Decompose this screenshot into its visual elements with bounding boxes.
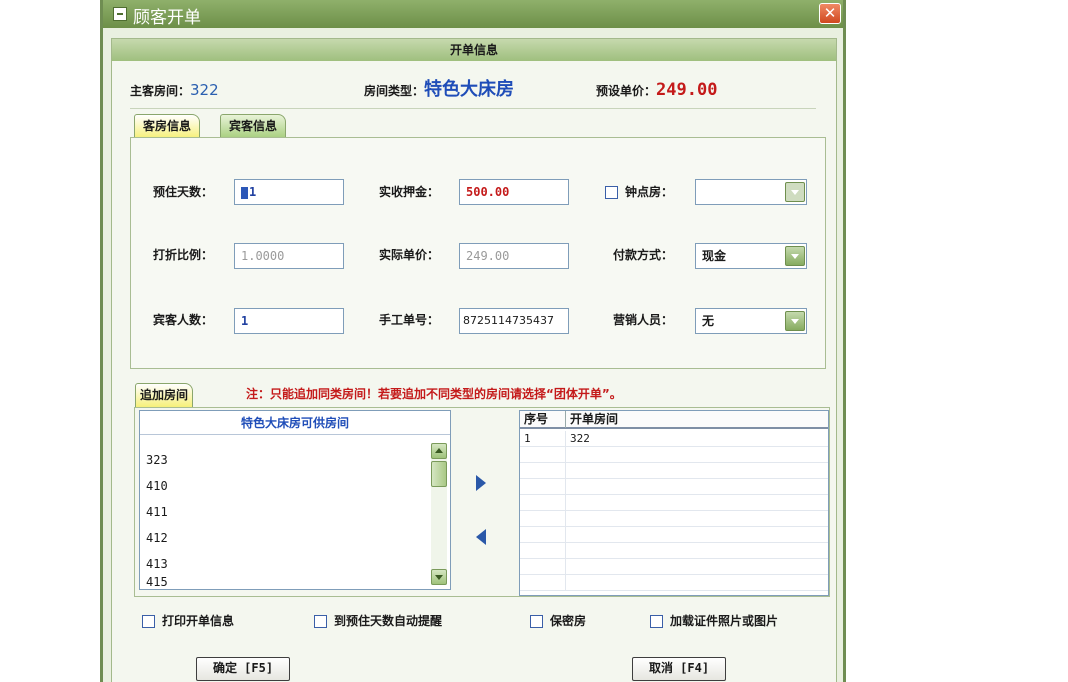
list-item[interactable]: 410 [146, 473, 168, 499]
close-button[interactable]: ✕ [819, 3, 841, 24]
main-room-info: 主客房间：322 [130, 77, 219, 103]
payment-method-value: 现金 [702, 249, 727, 263]
close-icon: ✕ [823, 4, 837, 22]
guest-count-label: 宾客人数： [153, 313, 214, 327]
grid-cell-empty [520, 559, 566, 574]
deposit-input[interactable]: 500.00 [459, 179, 569, 205]
payment-method-label: 付款方式： [613, 248, 674, 262]
title-bar[interactable]: 顾客开单 ✕ [103, 0, 843, 28]
auto-remind-label: 到预住天数自动提醒 [334, 614, 443, 628]
add-rooms-panel: 特色大床房可供房间 323 410 411 412 413 415 序号 开单房… [134, 407, 830, 597]
move-left-arrow-icon[interactable] [471, 526, 493, 548]
grid-cell-empty [520, 495, 566, 510]
payment-dropdown-icon[interactable] [785, 246, 805, 266]
sales-person-select[interactable]: 无 [695, 308, 807, 334]
table-row [520, 575, 828, 591]
grid-cell-seq: 1 [520, 431, 566, 446]
discount-label: 打折比例： [153, 248, 214, 262]
tab-guest-info[interactable]: 宾客信息 [220, 114, 287, 138]
deposit-label: 实收押金： [379, 185, 440, 199]
grid-header: 序号 开单房间 [520, 411, 828, 429]
table-row [520, 543, 828, 559]
available-rooms-list[interactable]: 特色大床房可供房间 323 410 411 412 413 415 [139, 410, 451, 590]
table-row [520, 479, 828, 495]
move-right-arrow-icon[interactable] [471, 472, 493, 494]
table-row [520, 511, 828, 527]
opened-rooms-grid[interactable]: 序号 开单房间 1 322 [519, 410, 829, 596]
discount-input[interactable]: 1.0000 [234, 243, 344, 269]
open-order-window: 顾客开单 ✕ 开单信息 主客房间：322 房间类型：特色大床房 预设单价：249… [100, 0, 846, 682]
hourly-room-label: 钟点房： [625, 185, 674, 199]
list-item[interactable]: 323 [146, 447, 168, 473]
tab-room-info[interactable]: 客房信息 [134, 114, 201, 138]
scroll-thumb[interactable] [431, 461, 447, 487]
sales-person-value: 无 [702, 314, 715, 328]
grid-header-room[interactable]: 开单房间 [566, 411, 828, 428]
grid-cell-empty [520, 479, 566, 494]
actual-price-input[interactable]: 249.00 [459, 243, 569, 269]
print-order-label: 打印开单信息 [162, 614, 235, 628]
preset-price-label: 预设单价： [596, 84, 657, 98]
main-room-value: 322 [190, 81, 219, 99]
scroll-down-icon[interactable] [431, 569, 447, 585]
divider [130, 108, 816, 109]
list-item[interactable]: 412 [146, 525, 168, 551]
grid-cell-empty [520, 511, 566, 526]
confidential-room-checkbox[interactable] [530, 615, 543, 628]
confirm-button[interactable]: 确定 [F5] [196, 657, 290, 681]
grid-cell-empty [520, 527, 566, 542]
auto-remind-checkbox[interactable] [314, 615, 327, 628]
main-room-label: 主客房间： [130, 84, 191, 98]
sales-dropdown-icon[interactable] [785, 311, 805, 331]
room-type-info: 房间类型：特色大床房 [364, 77, 514, 103]
grid-cell-room: 322 [570, 432, 590, 445]
list-item[interactable]: 415 [146, 573, 168, 589]
payment-method-select[interactable]: 现金 [695, 243, 807, 269]
print-order-checkbox[interactable] [142, 615, 155, 628]
window-title: 顾客开单 [133, 8, 201, 28]
main-content: 开单信息 主客房间：322 房间类型：特色大床房 预设单价：249.00 客房信… [111, 38, 837, 682]
grid-cell-empty [520, 543, 566, 558]
hourly-room-checkbox[interactable] [605, 186, 618, 199]
grid-cell-empty [520, 447, 566, 462]
grid-cell-empty [520, 575, 566, 590]
available-rooms-scrollbar[interactable] [431, 443, 447, 585]
cancel-button[interactable]: 取消 [F4] [632, 657, 726, 681]
preset-price-value: 249.00 [656, 80, 718, 100]
hourly-room-dropdown-icon[interactable] [785, 182, 805, 202]
sales-person-label: 营销人员： [613, 313, 674, 327]
table-row [520, 527, 828, 543]
hourly-room-select[interactable] [695, 179, 807, 205]
window-menu-icon[interactable] [113, 7, 127, 21]
preset-price-info: 预设单价：249.00 [596, 77, 717, 103]
actual-price-label: 实际单价： [379, 248, 440, 262]
grid-cell-empty [520, 463, 566, 478]
room-type-value: 特色大床房 [424, 79, 515, 100]
grid-header-seq[interactable]: 序号 [520, 411, 566, 428]
table-row [520, 495, 828, 511]
guest-count-input[interactable]: 1 [234, 308, 344, 334]
table-row [520, 447, 828, 463]
add-room-note: 注：只能追加同类房间！若要追加不同类型的房间请选择“团体开单”。 [246, 387, 622, 401]
stay-days-label: 预住天数： [153, 185, 214, 199]
table-row[interactable]: 1 322 [520, 431, 828, 447]
room-info-panel: 预住天数： 1 实收押金： 500.00 钟点房： 打折比例： 1.0000 实… [130, 137, 826, 369]
stay-days-input[interactable]: 1 [234, 179, 344, 205]
list-item[interactable]: 411 [146, 499, 168, 525]
section-title: 开单信息 [112, 39, 836, 61]
confidential-room-label: 保密房 [550, 614, 587, 628]
scroll-up-icon[interactable] [431, 443, 447, 459]
tab-add-rooms[interactable]: 追加房间 [135, 383, 194, 407]
table-row [520, 559, 828, 575]
table-row [520, 463, 828, 479]
manual-no-input[interactable]: 8725114735437 [459, 308, 569, 334]
load-photo-label: 加载证件照片或图片 [670, 614, 779, 628]
load-photo-checkbox[interactable] [650, 615, 663, 628]
manual-no-label: 手工单号： [379, 313, 440, 327]
room-type-label: 房间类型： [364, 84, 425, 98]
available-rooms-header: 特色大床房可供房间 [140, 411, 450, 435]
